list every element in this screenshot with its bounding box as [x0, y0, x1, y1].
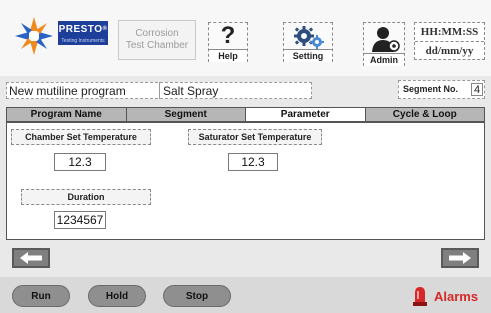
segment-number-box: Segment No. 4: [398, 80, 485, 99]
alarms-label: Alarms: [434, 288, 479, 304]
admin-button[interactable]: Admin: [363, 22, 405, 66]
saturator-temp-input[interactable]: 12.3: [228, 153, 278, 171]
alarm-beacon-icon: [413, 287, 427, 306]
arrow-left-icon: [20, 252, 42, 264]
stop-button[interactable]: Stop: [163, 285, 231, 307]
program-type: Salt Spray: [163, 84, 219, 98]
brand-name: PRESTO ®: [58, 21, 108, 37]
program-name: New mutiline program: [9, 84, 126, 98]
tab-cycle-loop[interactable]: Cycle & Loop: [364, 107, 485, 122]
chamber-temp-label: Chamber Set Temperature: [11, 129, 151, 145]
duration-input[interactable]: 1234567: [54, 211, 106, 229]
prev-button[interactable]: [12, 248, 50, 268]
brand-tagline: Testing Instruments: [58, 37, 108, 45]
tab-bar: Program Name Segment Parameter Cycle & L…: [6, 107, 485, 122]
program-title-bar: New mutiline program Salt Spray: [6, 82, 312, 99]
parameter-panel: Chamber Set Temperature 12.3 Saturator S…: [6, 122, 485, 240]
segment-number-value[interactable]: 4: [471, 83, 483, 96]
chamber-title: Corrosion Test Chamber: [118, 20, 196, 60]
segment-number-label: Segment No.: [403, 84, 459, 94]
setting-button[interactable]: Setting: [283, 22, 333, 62]
date-display: dd/mm/yy: [415, 41, 484, 60]
help-button-label: Help: [209, 49, 247, 62]
question-icon: ?: [220, 22, 236, 49]
hold-button[interactable]: Hold: [88, 285, 146, 307]
chamber-title-line1: Corrosion: [135, 28, 179, 39]
datetime-display: HH:MM:SS dd/mm/yy: [414, 22, 485, 60]
presto-logo-icon: [15, 17, 53, 55]
arrow-right-icon: [449, 252, 471, 264]
chamber-temp-input[interactable]: 12.3: [54, 153, 106, 171]
alarms-button[interactable]: Alarms: [412, 284, 486, 308]
next-button[interactable]: [441, 248, 479, 268]
tab-segment[interactable]: Segment: [125, 107, 245, 122]
gears-icon: [294, 26, 324, 49]
time-display: HH:MM:SS: [420, 26, 479, 38]
title-divider: [159, 82, 160, 99]
help-button[interactable]: ? Help: [208, 22, 248, 62]
tab-program-name[interactable]: Program Name: [6, 107, 126, 122]
run-button[interactable]: Run: [12, 285, 70, 307]
setting-button-label: Setting: [284, 49, 332, 62]
saturator-temp-label: Saturator Set Temperature: [188, 129, 322, 145]
chamber-title-line2: Test Chamber: [125, 40, 189, 51]
tab-parameter[interactable]: Parameter: [245, 107, 365, 122]
duration-label: Duration: [21, 189, 151, 205]
admin-user-icon: [372, 27, 400, 52]
admin-button-label: Admin: [364, 53, 404, 66]
